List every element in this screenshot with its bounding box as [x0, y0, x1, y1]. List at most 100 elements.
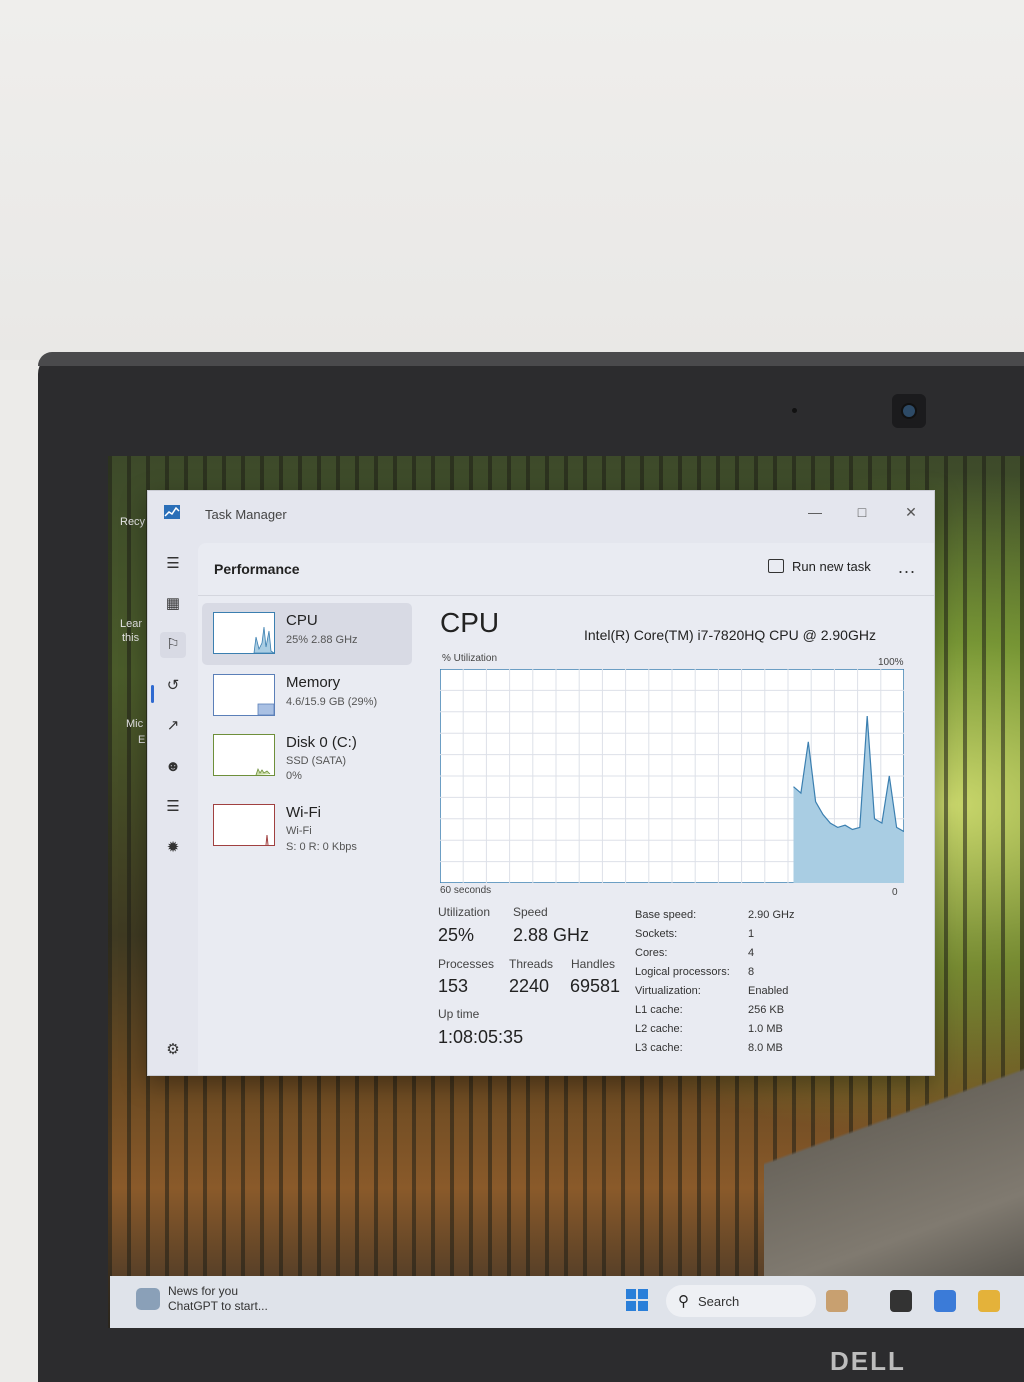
- detail-value: 2.90 GHz: [748, 909, 795, 921]
- run-new-task-label: Run new task: [792, 559, 871, 574]
- detail-label: L2 cache:: [635, 1023, 683, 1035]
- settings-icon[interactable]: ⚙: [160, 1037, 186, 1063]
- dell-logo: DELL: [830, 1346, 906, 1376]
- graph-time-label: 60 seconds: [440, 885, 492, 896]
- speed-label: Speed: [513, 905, 548, 919]
- cpu-heading: CPU: [440, 607, 500, 638]
- wall-background: [0, 0, 1024, 360]
- search-label: Search: [698, 1294, 740, 1309]
- resource-name: CPU: [286, 612, 318, 629]
- wifi-thumbnail-graph: [213, 804, 275, 846]
- detail-value: 1: [748, 928, 755, 940]
- active-indicator: [151, 685, 154, 703]
- detail-label: L1 cache:: [635, 1004, 683, 1016]
- task-manager-app-icon: [164, 505, 180, 519]
- resource-detail: 0%: [286, 770, 302, 782]
- handles-label: Handles: [571, 957, 616, 971]
- memory-thumbnail-graph: [213, 674, 275, 716]
- disk-thumbnail-graph: [213, 734, 275, 776]
- handles-value: 69581: [570, 976, 621, 996]
- run-task-icon: [768, 559, 784, 573]
- resource-item-disk[interactable]: Disk 0 (C:) SSD (SATA) 0%: [202, 725, 412, 787]
- resource-detail: SSD (SATA): [286, 755, 347, 767]
- desktop-icon-recycle[interactable]: Recy: [120, 516, 145, 528]
- detail-label: Logical processors:: [635, 966, 730, 978]
- app-history-icon[interactable]: ↺: [160, 673, 186, 699]
- detail-value: 1.0 MB: [748, 1023, 783, 1035]
- news-widget-subtitle[interactable]: ChatGPT to start...: [168, 1299, 268, 1313]
- desktop-icon-label: E: [138, 734, 146, 746]
- resource-detail: S: 0 R: 0 Kbps: [286, 841, 357, 853]
- desktop-icon-edge[interactable]: Mic: [126, 718, 143, 730]
- copilot-icon[interactable]: [934, 1290, 956, 1312]
- details-icon[interactable]: ☰: [160, 794, 186, 820]
- task-manager-window: Task Manager — □ ✕ ☰ ▦ ⚐ ↺ ↗ ☻ ☰ ✹ ⚙ Per…: [147, 490, 935, 1076]
- threads-label: Threads: [509, 957, 554, 971]
- detail-value: 8.0 MB: [748, 1042, 783, 1054]
- detail-value: Enabled: [748, 985, 789, 997]
- nav-rail: ☰ ▦ ⚐ ↺ ↗ ☻ ☰ ✹ ⚙: [148, 535, 196, 1075]
- header-divider: [198, 595, 934, 596]
- detail-value: 4: [748, 947, 755, 959]
- more-options-button[interactable]: ...: [898, 557, 916, 578]
- detail-label: Sockets:: [635, 928, 678, 940]
- desktop-icon-learn[interactable]: Lear: [120, 618, 142, 630]
- search-icon: ⚲: [678, 1293, 689, 1310]
- resource-detail: 25% 2.88 GHz: [286, 634, 358, 646]
- detail-label: Virtualization:: [635, 985, 701, 997]
- performance-page: Performance Run new task ... CPU 25% 2.8…: [198, 543, 934, 1075]
- bezel-edge: [38, 352, 1024, 366]
- graph-y-label: % Utilization: [442, 653, 498, 664]
- webcam-icon: [892, 394, 926, 428]
- tulip-widget-icon[interactable]: [826, 1290, 848, 1312]
- resource-name: Wi-Fi: [286, 804, 321, 821]
- resource-item-memory[interactable]: Memory 4.6/15.9 GB (29%): [202, 665, 412, 727]
- run-new-task-button[interactable]: Run new task: [768, 559, 871, 574]
- resource-detail: Wi-Fi: [286, 825, 312, 837]
- utilization-label: Utilization: [438, 905, 491, 919]
- performance-icon[interactable]: ⚐: [160, 632, 186, 658]
- news-widget-title[interactable]: News for you: [168, 1284, 238, 1298]
- services-icon[interactable]: ✹: [160, 835, 186, 861]
- speed-value: 2.88 GHz: [513, 925, 590, 945]
- taskbar-search[interactable]: ⚲ Search: [666, 1285, 816, 1317]
- close-icon[interactable]: ✕: [896, 501, 926, 523]
- taskbar: News for you ChatGPT to start... ⚲ Searc…: [110, 1276, 1024, 1328]
- threads-value: 2240: [509, 976, 550, 996]
- task-view-icon[interactable]: [890, 1290, 912, 1312]
- cpu-utilization-graph: [440, 669, 904, 883]
- processes-icon[interactable]: ▦: [160, 591, 186, 617]
- startup-apps-icon[interactable]: ↗: [160, 713, 186, 739]
- desktop-icon-label: this: [122, 632, 140, 644]
- processes-label: Processes: [438, 957, 495, 971]
- ambient-sensor: [792, 408, 797, 413]
- hamburger-icon[interactable]: ☰: [160, 551, 186, 577]
- detail-label: L3 cache:: [635, 1042, 683, 1054]
- graph-max-label: 100%: [878, 657, 904, 668]
- users-icon[interactable]: ☻: [160, 754, 186, 780]
- resource-name: Disk 0 (C:): [286, 734, 357, 751]
- detail-value: 8: [748, 966, 755, 978]
- uptime-label: Up time: [438, 1007, 480, 1021]
- maximize-icon[interactable]: □: [847, 501, 877, 523]
- resource-item-cpu[interactable]: CPU 25% 2.88 GHz: [202, 603, 412, 665]
- processes-value: 153: [438, 976, 469, 996]
- detail-label: Cores:: [635, 947, 668, 959]
- resource-item-wifi[interactable]: Wi-Fi Wi-Fi S: 0 R: 0 Kbps: [202, 795, 412, 857]
- minimize-icon[interactable]: —: [800, 501, 830, 523]
- wallpaper-path: [764, 1068, 1024, 1288]
- file-explorer-icon[interactable]: [978, 1290, 1000, 1312]
- uptime-value: 1:08:05:35: [438, 1027, 524, 1047]
- resource-name: Memory: [286, 674, 341, 691]
- graph-zero-label: 0: [892, 887, 898, 898]
- detail-value: 256 KB: [748, 1004, 785, 1016]
- start-icon[interactable]: [626, 1289, 648, 1311]
- cpu-thumbnail-graph: [213, 612, 275, 654]
- detail-label: Base speed:: [635, 909, 697, 921]
- utilization-value: 25%: [438, 925, 475, 945]
- resource-detail: 4.6/15.9 GB (29%): [286, 696, 378, 708]
- news-widget-icon[interactable]: [136, 1288, 160, 1310]
- title-bar[interactable]: Task Manager — □ ✕: [148, 491, 934, 535]
- window-title: Task Manager: [205, 507, 287, 522]
- cpu-model: Intel(R) Core(TM) i7-7820HQ CPU @ 2.90GH…: [584, 627, 876, 643]
